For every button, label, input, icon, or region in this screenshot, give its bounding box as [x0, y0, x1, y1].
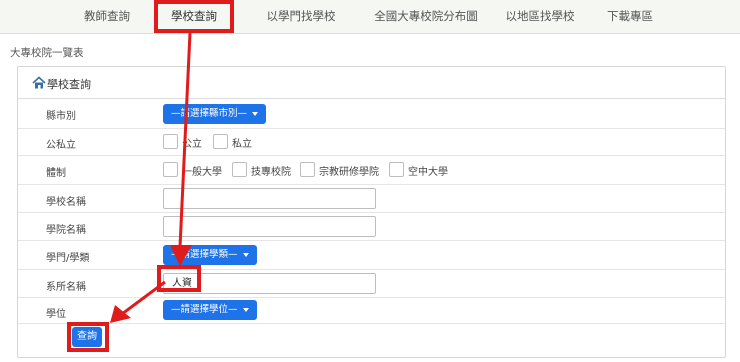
nav-downloads[interactable]: 下載專區 [592, 0, 668, 33]
home-icon [32, 76, 46, 89]
field-label: 學門/學類 [46, 253, 90, 264]
row-dept-name: 系所名稱 人資 [18, 270, 725, 298]
row-school-name: 學校名稱 [18, 185, 725, 213]
school-search-panel: 學校查詢 縣市別 —請選擇縣市別— 公私立 公立 私立 體制 一般大學 技專校院… [17, 66, 726, 358]
highlight-dept-input [157, 265, 201, 292]
college-name-label: 學院名稱 [46, 225, 86, 236]
ownership-label: 公私立 [46, 140, 76, 151]
row-ownership: 公私立 公立 私立 [18, 129, 725, 156]
system-label: 體制 [46, 168, 66, 179]
checkbox-religious-label: 宗教研修學院 [319, 167, 379, 178]
city-label: 縣市別 [46, 111, 76, 122]
nav-find-by-field[interactable]: 以學門找學校 [246, 0, 356, 33]
field-dropdown-label: —請選擇學類— [171, 249, 238, 260]
city-dropdown[interactable]: —請選擇縣市別— [163, 104, 267, 124]
row-degree: 學位 —請選擇學位— [18, 298, 725, 324]
school-name-input[interactable] [163, 188, 376, 209]
checkbox-open-university[interactable] [389, 162, 404, 177]
checkbox-general-university-label: 一般大學 [182, 167, 222, 178]
checkbox-public[interactable] [163, 134, 178, 149]
dept-name-label: 系所名稱 [46, 282, 86, 293]
checkbox-technical[interactable] [232, 162, 247, 177]
caret-down-icon [242, 252, 249, 257]
row-field: 學門/學類 —請選擇學類— [18, 241, 725, 270]
city-dropdown-label: —請選擇縣市別— [171, 108, 248, 119]
checkbox-general-university[interactable] [163, 162, 178, 177]
row-city: 縣市別 —請選擇縣市別— [18, 99, 725, 129]
checkbox-public-label: 公立 [182, 139, 202, 150]
row-system: 體制 一般大學 技專校院 宗教研修學院 空中大學 [18, 156, 725, 185]
degree-dropdown-label: —請選擇學位— [171, 304, 238, 315]
nav-find-by-region[interactable]: 以地區找學校 [488, 0, 592, 33]
panel-header: 學校查詢 [18, 67, 725, 99]
highlight-submit-button [67, 322, 109, 352]
degree-label: 學位 [46, 309, 66, 320]
checkbox-religious[interactable] [300, 162, 315, 177]
degree-dropdown[interactable]: —請選擇學位— [163, 300, 257, 320]
checkbox-private-label: 私立 [232, 139, 252, 150]
nav-teacher-search[interactable]: 教師查詢 [62, 0, 152, 33]
caret-down-icon [242, 307, 249, 312]
nav-distribution-map[interactable]: 全國大專校院分布圖 [356, 0, 496, 33]
top-nav: 教師查詢 學校查詢 以學門找學校 全國大專校院分布圖 以地區找學校 下載專區 [0, 0, 740, 34]
school-name-label: 學校名稱 [46, 197, 86, 208]
field-dropdown[interactable]: —請選擇學類— [163, 245, 257, 265]
checkbox-open-university-label: 空中大學 [408, 167, 448, 178]
highlight-school-search-tab [154, 0, 234, 33]
checkbox-technical-label: 技專校院 [251, 167, 291, 178]
checkbox-private[interactable] [213, 134, 228, 149]
college-name-input[interactable] [163, 216, 376, 237]
row-college-name: 學院名稱 [18, 213, 725, 241]
breadcrumb: 大專校院一覽表 [10, 47, 84, 59]
panel-title: 學校查詢 [47, 78, 91, 91]
caret-down-icon [252, 111, 259, 116]
